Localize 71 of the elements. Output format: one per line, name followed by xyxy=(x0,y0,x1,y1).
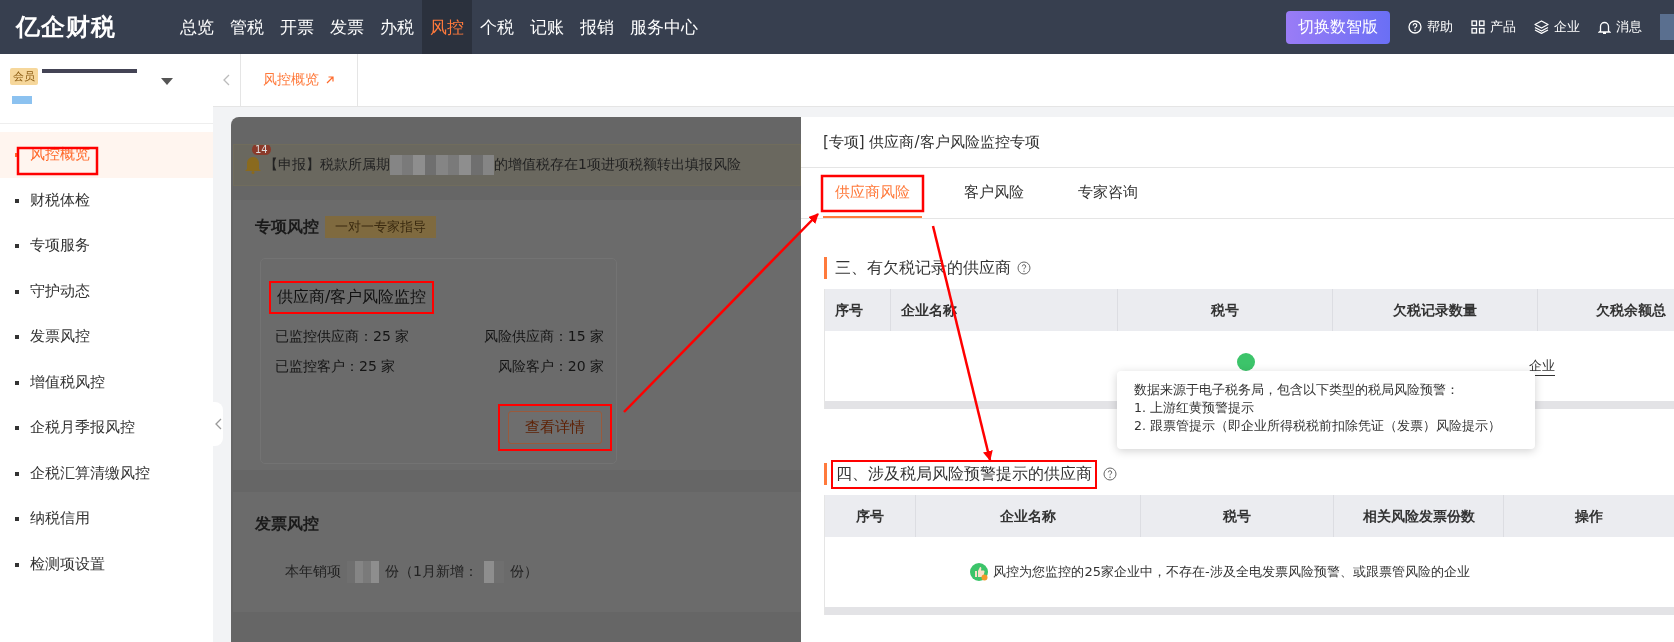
chevron-left-icon[interactable] xyxy=(223,74,230,86)
nav-item[interactable]: 记账 xyxy=(522,0,572,54)
sidebar-item[interactable]: 企税月季报风控 xyxy=(0,405,213,451)
nav-item[interactable]: 服务中心 xyxy=(622,0,706,54)
tooltip-text: 数据来源于电子税务局，包含以下类型的税局风险预警： xyxy=(1134,381,1460,399)
count-badge: 14 xyxy=(252,145,271,155)
stat-text: 份） xyxy=(509,563,538,581)
toolbar-link[interactable]: 产品 xyxy=(1471,18,1516,36)
sidebar-item[interactable]: 守护动态 xyxy=(0,268,213,314)
nav-item[interactable]: 报销 xyxy=(572,0,622,54)
stat-text: 风险供应商：15 家 xyxy=(482,328,604,346)
tab[interactable]: 专家咨询 xyxy=(1066,168,1150,218)
stat-text: 风险客户：20 家 xyxy=(496,358,604,376)
scrollbar[interactable] xyxy=(825,607,1674,615)
help-icon[interactable] xyxy=(1103,467,1117,481)
nav-item[interactable]: 开票 xyxy=(272,0,322,54)
column-header: 操作 xyxy=(1504,495,1674,537)
layers-icon xyxy=(1534,20,1549,34)
notice-text: 的增值税存在1项进项税额转出填报风险 xyxy=(494,156,741,174)
external-link-icon xyxy=(325,75,335,85)
nav-item[interactable]: 办税 xyxy=(372,0,422,54)
member-badge: 会员 xyxy=(10,67,38,85)
column-header: 欠税余额总 xyxy=(1595,301,1667,320)
switch-version-button[interactable]: 切换数智版 xyxy=(1286,10,1390,44)
notice-text: 【申报】税款所属期 xyxy=(264,156,390,174)
collapse-handle[interactable] xyxy=(213,402,223,446)
tooltip-text: 2. 跟票管提示（即企业所得税税前扣除凭证（发票）风险提示） xyxy=(1134,417,1502,435)
nav-item[interactable]: 发票 xyxy=(322,0,372,54)
column-header: 相关风险发票份数 xyxy=(1334,495,1504,537)
nav-item[interactable]: 个税 xyxy=(472,0,522,54)
sidebar-item[interactable]: 发票风控 xyxy=(0,314,213,360)
card-title: 供应商/客户风险监控 xyxy=(277,287,427,308)
column-header: 序号 xyxy=(825,495,916,537)
bell-icon xyxy=(1598,19,1611,35)
redaction-block xyxy=(347,561,379,583)
toolbar-link[interactable]: 消息 xyxy=(1598,18,1642,36)
column-header: 税号 xyxy=(1118,289,1333,331)
sidebar-item[interactable]: 增值税风控 xyxy=(0,359,213,405)
help-icon[interactable] xyxy=(1017,261,1031,275)
column-header: 序号 xyxy=(825,289,891,331)
redaction-block xyxy=(483,561,504,583)
sidebar-item[interactable]: 专项服务 xyxy=(0,223,213,269)
stat-text: 已监控客户：25 家 xyxy=(275,358,397,376)
tab[interactable]: 客户风险 xyxy=(952,168,1036,218)
sidebar-item[interactable]: 财税体检 xyxy=(0,177,213,223)
logo[interactable]: 亿企财税 xyxy=(0,11,172,43)
help-icon xyxy=(1408,20,1422,34)
card-title: 专项风控 xyxy=(255,216,319,238)
sidebar-item[interactable]: 企税汇算清缴风控 xyxy=(0,450,213,496)
column-header: 税号 xyxy=(1141,495,1334,537)
nav-item[interactable]: 总览 xyxy=(172,0,222,54)
redaction-block xyxy=(12,96,32,104)
nav-item[interactable]: 风控 xyxy=(422,0,472,54)
grid-icon xyxy=(1471,20,1485,34)
nav-item[interactable]: 管税 xyxy=(222,0,272,54)
section-title: 四、涉及税局风险预警提示的供应商 xyxy=(836,463,1092,483)
card-title: 发票风控 xyxy=(255,514,320,535)
sidebar-item[interactable]: 纳税信用 xyxy=(0,496,213,542)
empty-message: 风控为您监控的25家企业中，不存在-涉及全电发票风险预警、或跟票管风险的企业 xyxy=(993,563,1470,581)
caret-icon[interactable] xyxy=(161,78,173,86)
stat-text: 已监控供应商：25 家 xyxy=(275,328,411,346)
tooltip-text: 1. 上游红黄预警提示 xyxy=(1134,399,1255,417)
sidebar-item[interactable]: 检测项设置 xyxy=(0,541,213,587)
chevron-left-icon xyxy=(214,418,222,430)
column-header: 欠税记录数量 xyxy=(1333,289,1538,331)
toolbar-link[interactable]: 帮助 xyxy=(1408,18,1453,36)
drawer-title: [专项] 供应商/客户风险监控专项 xyxy=(801,117,1674,168)
stat-text: 份（1月新增： xyxy=(385,563,478,581)
stat-text: 本年销项 xyxy=(285,563,341,581)
column-header: 企业名称 xyxy=(916,495,1141,537)
toolbar-link[interactable]: 企业 xyxy=(1534,18,1580,36)
